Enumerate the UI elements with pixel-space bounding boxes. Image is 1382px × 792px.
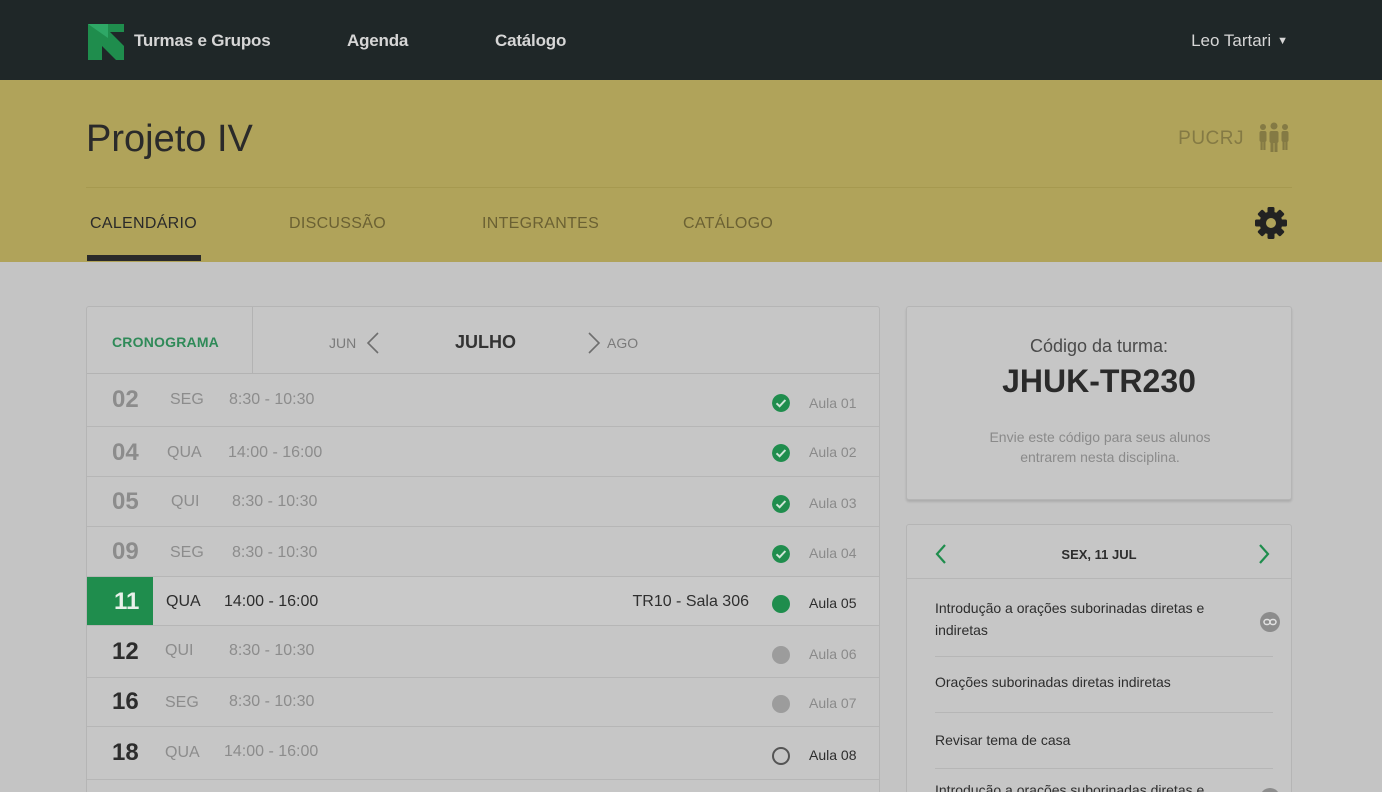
project-title: Projeto IV bbox=[86, 118, 253, 160]
row-day: 05 bbox=[112, 488, 139, 515]
row-time: 8:30 - 10:30 bbox=[232, 493, 318, 510]
tab-calendario[interactable]: CALENDÁRIO bbox=[90, 215, 197, 233]
row-weekday: QUA bbox=[165, 744, 200, 761]
class-code-value: JHUK-TR230 bbox=[1002, 363, 1196, 399]
row-time: 8:30 - 10:30 bbox=[232, 544, 318, 561]
schedule-row[interactable]: 04 QUA 14:00 - 16:00 Aula 02 bbox=[87, 427, 879, 477]
top-navbar: Turmas e Grupos Agenda Catálogo Leo Tart… bbox=[0, 0, 1382, 80]
row-weekday: SEG bbox=[170, 391, 204, 408]
day-detail-card: SEX, 11 JUL Introdução a orações suborin… bbox=[906, 524, 1292, 792]
row-aula: Aula 04 bbox=[809, 545, 857, 561]
row-aula: Aula 03 bbox=[809, 495, 857, 511]
agenda-item[interactable]: Introdução a orações suborinadas diretas… bbox=[935, 779, 1278, 792]
cronograma-label: CRONOGRAMA bbox=[112, 334, 219, 350]
schedule-header: CRONOGRAMA JUN JULHO AGO bbox=[87, 307, 879, 374]
row-time: 8:30 - 10:30 bbox=[229, 391, 315, 408]
agenda-item-text: Revisar tema de casa bbox=[935, 732, 1071, 748]
row-weekday: QUI bbox=[165, 642, 194, 659]
logo-icon[interactable] bbox=[88, 24, 124, 60]
schedule-card: CRONOGRAMA JUN JULHO AGO 02 SEG 8:30 - 1… bbox=[86, 306, 880, 792]
row-day: 02 bbox=[112, 386, 139, 413]
row-day: 16 bbox=[112, 688, 139, 715]
row-time: 14:00 - 16:00 bbox=[224, 593, 319, 610]
row-weekday: SEG bbox=[170, 544, 204, 561]
row-time: 8:30 - 10:30 bbox=[229, 693, 315, 710]
nav-agenda-link[interactable]: Agenda bbox=[347, 31, 408, 51]
schedule-row[interactable]: 16 SEG 8:30 - 10:30 Aula 07 bbox=[87, 678, 879, 727]
day-detail-header: SEX, 11 JUL bbox=[907, 525, 1291, 579]
row-weekday: QUA bbox=[167, 444, 202, 461]
row-weekday: SEG bbox=[165, 694, 199, 711]
header-divider bbox=[86, 187, 1292, 188]
check-circle-icon bbox=[772, 444, 790, 462]
row-time: 8:30 - 10:30 bbox=[229, 642, 315, 659]
schedule-row[interactable]: 12 QUI 8:30 - 10:30 Aula 06 bbox=[87, 626, 879, 678]
agenda-item[interactable]: Revisar tema de casa bbox=[935, 729, 1273, 769]
agenda-item-text: Introdução a orações suborinadas diretas… bbox=[935, 782, 1205, 792]
institution-label: PUCRJ bbox=[1178, 128, 1244, 149]
row-aula: Aula 01 bbox=[809, 395, 857, 411]
class-code-card: Código da turma: JHUK-TR230 Envie este c… bbox=[906, 306, 1292, 500]
check-circle-icon bbox=[772, 545, 790, 563]
schedule-row[interactable]: 02 SEG 8:30 - 10:30 Aula 01 bbox=[87, 374, 879, 427]
row-day: 09 bbox=[112, 538, 139, 565]
agenda-item[interactable]: Orações suborinadas diretas indiretas bbox=[935, 671, 1273, 713]
check-circle-icon bbox=[772, 495, 790, 513]
nav-catalogo-link[interactable]: Catálogo bbox=[495, 31, 566, 51]
prev-month-label[interactable]: JUN bbox=[329, 335, 356, 351]
row-time: 14:00 - 16:00 bbox=[224, 743, 319, 760]
user-name: Leo Tartari bbox=[1191, 31, 1272, 50]
check-circle-icon bbox=[772, 394, 790, 412]
schedule-row[interactable]: 09 SEG 8:30 - 10:30 Aula 04 bbox=[87, 527, 879, 577]
empty-circle-icon bbox=[772, 747, 790, 765]
next-month-label[interactable]: AGO bbox=[607, 335, 638, 351]
row-weekday: QUA bbox=[166, 593, 201, 610]
chevron-left-icon[interactable] bbox=[366, 331, 380, 355]
tab-catalogo[interactable]: CATÁLOGO bbox=[683, 215, 773, 233]
pending-dot-icon bbox=[772, 695, 790, 713]
project-header: Projeto IV PUCRJ CALENDÁRIO DISCUSSÃO IN… bbox=[0, 80, 1382, 262]
row-aula: Aula 08 bbox=[809, 747, 857, 763]
active-tab-indicator bbox=[87, 255, 201, 261]
agenda-item-text: Introdução a orações suborinadas diretas… bbox=[935, 600, 1205, 638]
row-aula: Aula 02 bbox=[809, 444, 857, 460]
schedule-row[interactable]: 18 QUA 14:00 - 16:00 Aula 08 bbox=[87, 727, 879, 780]
cronograma-tab[interactable]: CRONOGRAMA bbox=[87, 307, 253, 374]
current-month-label: JULHO bbox=[455, 332, 517, 352]
user-menu[interactable]: Leo Tartari ▼ bbox=[1191, 31, 1288, 51]
agenda-item[interactable]: Introdução a orações suborinadas diretas… bbox=[935, 597, 1280, 657]
row-location: TR10 - Sala 306 bbox=[632, 593, 749, 610]
chevron-right-icon[interactable] bbox=[1257, 543, 1271, 565]
row-day: 11 bbox=[114, 588, 140, 615]
gear-icon[interactable] bbox=[1254, 206, 1288, 240]
row-time: 14:00 - 16:00 bbox=[228, 444, 323, 461]
row-weekday: QUI bbox=[171, 493, 200, 510]
tab-discussao[interactable]: DISCUSSÃO bbox=[289, 215, 386, 233]
tab-integrantes[interactable]: INTEGRANTES bbox=[482, 215, 599, 233]
schedule-row-current[interactable]: 11 QUA 14:00 - 16:00 TR10 - Sala 306 Aul… bbox=[87, 577, 879, 626]
caret-down-icon: ▼ bbox=[1277, 35, 1288, 47]
nav-brand-link[interactable]: Turmas e Grupos bbox=[134, 31, 271, 51]
current-dot-icon bbox=[772, 595, 790, 613]
link-icon[interactable] bbox=[1259, 787, 1281, 792]
chevron-right-icon[interactable] bbox=[587, 331, 601, 355]
row-day: 18 bbox=[112, 739, 139, 766]
people-icon[interactable] bbox=[1258, 122, 1290, 152]
class-code-label: Código da turma: bbox=[1029, 336, 1169, 356]
pending-dot-icon bbox=[772, 646, 790, 664]
link-icon[interactable] bbox=[1259, 611, 1281, 633]
agenda-item-text: Orações suborinadas diretas indiretas bbox=[935, 674, 1171, 690]
row-aula: Aula 06 bbox=[809, 646, 857, 662]
schedule-row[interactable]: 05 QUI 8:30 - 10:30 Aula 03 bbox=[87, 477, 879, 527]
class-code-description: Envie este código para seus alunos entra… bbox=[989, 429, 1211, 465]
row-day: 04 bbox=[112, 439, 139, 466]
row-aula: Aula 05 bbox=[809, 595, 857, 611]
row-day: 12 bbox=[112, 638, 139, 665]
row-aula: Aula 07 bbox=[809, 695, 857, 711]
day-detail-date: SEX, 11 JUL bbox=[1061, 547, 1137, 562]
